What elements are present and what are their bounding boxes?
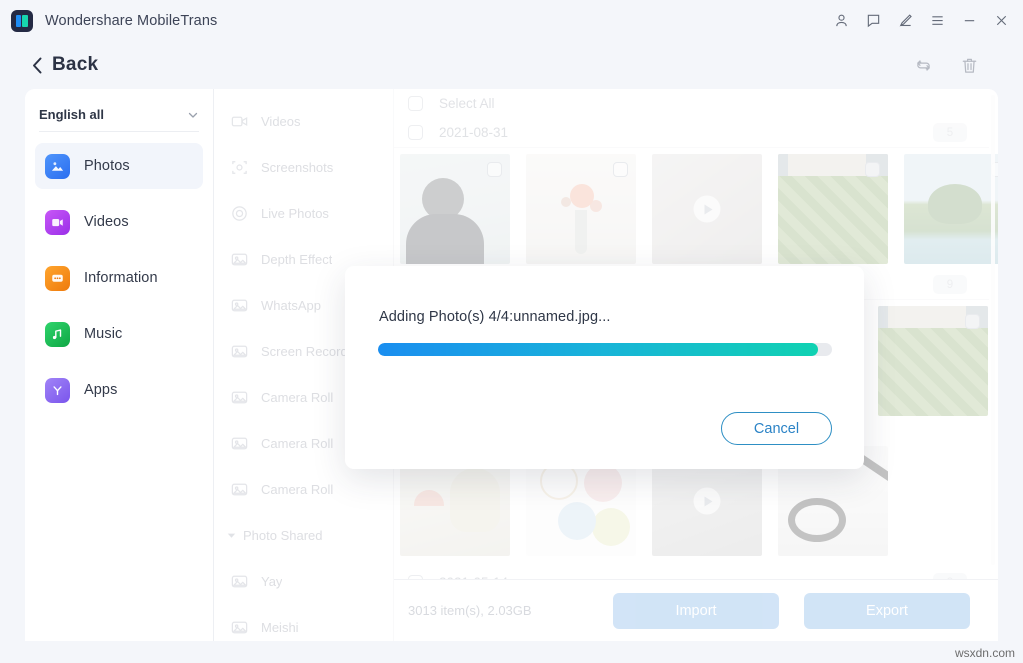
progress-bar-fill — [378, 343, 819, 356]
app-window: Wondershare MobileTrans Back English all… — [0, 0, 1023, 663]
progress-dialog: Adding Photo(s) 4/4:unnamed.jpg... Cance… — [345, 266, 864, 469]
progress-message: Adding Photo(s) 4/4:unnamed.jpg... — [379, 309, 611, 325]
progress-bar-track — [378, 343, 832, 356]
watermark: wsxdn.com — [954, 646, 1015, 660]
modal-overlay: Adding Photo(s) 4/4:unnamed.jpg... Cance… — [0, 0, 1023, 663]
cancel-button[interactable]: Cancel — [721, 412, 832, 445]
